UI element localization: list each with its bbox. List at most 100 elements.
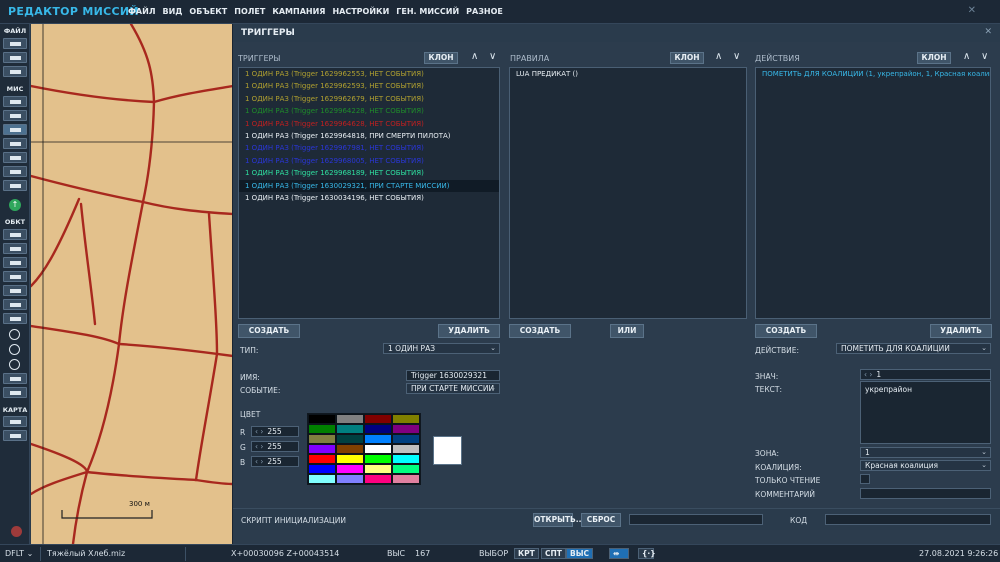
chevron-up-icon[interactable]: ∧ [715,51,722,62]
dot-icon[interactable] [9,359,20,370]
zone-icon[interactable] [3,138,27,149]
color-swatch[interactable] [392,434,420,444]
weather-icon[interactable] [3,110,27,121]
color-swatch[interactable] [364,454,392,464]
text-area[interactable]: укрепрайон [860,381,991,444]
coalition-select[interactable]: Красная коалиция ⌄ [860,460,991,471]
table-row[interactable]: 1 ОДИН РАЗ (Trigger 1629968189, НЕТ СОБЫ… [239,167,499,179]
color-swatch[interactable] [392,444,420,454]
color-swatch[interactable] [392,454,420,464]
color-swatch[interactable] [392,414,420,424]
table-row[interactable]: 1 ОДИН РАЗ (Trigger 1630034196, НЕТ СОБЫ… [239,192,499,204]
zone-select[interactable]: 1 ⌄ [860,447,991,458]
chevron-down-icon[interactable]: ∨ [489,51,496,62]
g-stepper[interactable]: ‹ › 255 [251,441,299,452]
delete-object-icon[interactable] [3,387,27,398]
target-icon[interactable] [9,329,20,340]
color-swatch[interactable] [336,444,364,454]
menu-settings[interactable]: НАСТРОЙКИ [332,7,389,16]
chevron-down-icon[interactable]: ∨ [981,51,988,62]
rules-list[interactable]: LUA ПРЕДИКАТ () [509,67,747,319]
create-trigger-button[interactable]: СОЗДАТЬ [238,324,300,338]
color-swatch[interactable] [308,464,336,474]
map-key-icon[interactable] [3,416,27,427]
or-button[interactable]: ИЛИ [610,324,644,338]
menu-object[interactable]: ОБЪЕКТ [189,7,227,16]
color-swatch[interactable] [364,424,392,434]
color-swatch[interactable] [308,414,336,424]
helicopter-icon[interactable] [3,243,27,254]
color-swatch[interactable] [364,474,392,484]
profile-select[interactable]: DFLT ⌄ [5,549,33,558]
color-swatch[interactable] [364,464,392,474]
table-row[interactable]: 1 ОДИН РАЗ (Trigger 1629967981, НЕТ СОБЫ… [239,142,499,154]
create-rule-button[interactable]: СОЗДАТЬ [509,324,571,338]
close-icon[interactable]: ✕ [968,5,976,16]
menu-mission-gen[interactable]: ГЕН. МИССИЙ [396,7,459,16]
list-item[interactable]: LUA ПРЕДИКАТ () [510,68,746,80]
briefing-icon[interactable] [3,180,27,191]
color-swatch[interactable] [364,444,392,454]
chevron-down-icon[interactable]: ∨ [733,51,740,62]
chevron-up-icon[interactable]: ∧ [963,51,970,62]
ship-icon[interactable] [3,271,27,282]
color-swatch[interactable] [336,474,364,484]
chevron-up-icon[interactable]: ∧ [471,51,478,62]
delete-trigger-button[interactable]: УДАЛИТЬ [438,324,500,338]
arrow-up-icon[interactable]: ↑ [9,199,21,211]
table-row[interactable]: 1 ОДИН РАЗ (Trigger 1629964228, НЕТ СОБЫ… [239,105,499,117]
triggers-icon[interactable] [3,124,27,135]
name-field[interactable]: Trigger 1630029321 [406,370,500,381]
menu-view[interactable]: ВИД [162,7,182,16]
new-file-icon[interactable] [3,38,27,49]
actions-clone-button[interactable]: КЛОН [917,52,951,64]
plane-icon[interactable] [3,96,27,107]
menu-campaign[interactable]: КАМПАНИЯ [272,7,325,16]
goals-icon[interactable] [3,152,27,163]
value-stepper[interactable]: ‹ › 1 [860,369,991,380]
save-file-icon[interactable] [3,66,27,77]
color-swatch[interactable] [392,464,420,474]
event-select[interactable]: ПРИ СТАРТЕ МИССИИ ⌄ [406,383,500,394]
open-script-button[interactable]: ОТКРЫТЬ.. [533,513,581,527]
type-select[interactable]: 1 ОДИН РАЗ ⌄ [383,343,500,354]
color-swatch[interactable] [308,474,336,484]
ruler-icon[interactable] [3,430,27,441]
check-icon[interactable] [3,166,27,177]
delete-action-button[interactable]: УДАЛИТЬ [930,324,992,338]
ruler-icon[interactable]: ⇹ [609,548,629,559]
menu-misc[interactable]: РАЗНОЕ [466,7,503,16]
table-row[interactable]: 1 ОДИН РАЗ (Trigger 1629968005, НЕТ СОБЫ… [239,155,499,167]
color-swatch[interactable] [336,464,364,474]
color-swatch[interactable] [308,444,336,454]
table-row[interactable]: 1 ОДИН РАЗ (Trigger 1629964628, НЕТ СОБЫ… [239,118,499,130]
color-swatch[interactable] [392,474,420,484]
menu-file[interactable]: ФАЙЛ [128,7,155,16]
open-file-icon[interactable] [3,52,27,63]
comment-field[interactable] [860,488,991,499]
color-swatch[interactable] [364,434,392,444]
create-action-button[interactable]: СОЗДАТЬ [755,324,817,338]
color-swatch[interactable] [364,414,392,424]
waypoint-icon[interactable] [3,313,27,324]
record-icon[interactable] [11,526,22,537]
color-swatch[interactable] [308,424,336,434]
action-select[interactable]: ПОМЕТИТЬ ДЛЯ КОАЛИЦИИ ⌄ [836,343,991,354]
triggers-list[interactable]: 1 ОДИН РАЗ (Trigger 1629962553, НЕТ СОБЫ… [238,67,500,319]
table-row[interactable]: 1 ОДИН РАЗ (Trigger 1629964818, ПРИ СМЕР… [239,130,499,142]
altitude-mode-button[interactable]: ВЫС [566,548,593,559]
map-mode-button[interactable]: КРТ [514,548,539,559]
static-object-icon[interactable] [3,285,27,296]
close-icon[interactable]: ✕ [984,27,992,37]
template-icon[interactable] [3,299,27,310]
vehicle-icon[interactable] [3,257,27,268]
r-stepper[interactable]: ‹ › 255 [251,426,299,437]
table-row[interactable]: 1 ОДИН РАЗ (Trigger 1629962679, НЕТ СОБЫ… [239,93,499,105]
color-swatch[interactable] [336,454,364,464]
color-palette[interactable] [307,413,421,485]
table-row[interactable]: 1 ОДИН РАЗ (Trigger 1629962593, НЕТ СОБЫ… [239,80,499,92]
reset-script-button[interactable]: СБРОС [581,513,621,527]
brackets-icon[interactable]: {·} [638,548,656,559]
satellite-mode-button[interactable]: СПТ [541,548,566,559]
circle-icon[interactable] [9,344,20,355]
